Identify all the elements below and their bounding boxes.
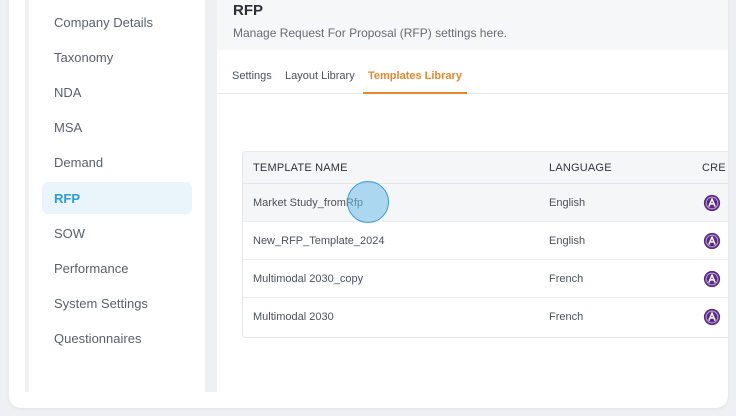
table-row[interactable]: Multimodal 2030 French bbox=[243, 298, 728, 336]
language-cell: French bbox=[549, 273, 584, 285]
sidebar-item-questionnaires[interactable]: Questionnaires bbox=[42, 322, 192, 354]
sidebar-item-performance[interactable]: Performance bbox=[42, 252, 192, 284]
templates-table: TEMPLATE NAME LANGUAGE CRE Market Study_… bbox=[242, 151, 728, 338]
template-name-cell[interactable]: Multimodal 2030 bbox=[253, 298, 334, 336]
column-header-template-name[interactable]: TEMPLATE NAME bbox=[253, 152, 348, 184]
tab-layout-library[interactable]: Layout Library bbox=[285, 58, 355, 94]
sidebar-item-rfp[interactable]: RFP bbox=[42, 182, 192, 214]
template-name-cell[interactable]: Market Study_fromRfp bbox=[253, 184, 363, 222]
table-row[interactable]: Market Study_fromRfp English bbox=[243, 184, 728, 222]
language-cell: English bbox=[549, 235, 586, 247]
language-cell: French bbox=[549, 311, 584, 323]
table-row[interactable]: New_RFP_Template_2024 English bbox=[243, 222, 728, 260]
tab-settings[interactable]: Settings bbox=[232, 58, 272, 94]
tab-bar: Settings Layout Library Templates Librar… bbox=[217, 58, 728, 94]
sidebar-item-system-settings[interactable]: System Settings bbox=[42, 287, 192, 319]
column-header-language[interactable]: LANGUAGE bbox=[549, 152, 612, 184]
tab-templates-library[interactable]: Templates Library bbox=[363, 58, 467, 94]
template-name-cell[interactable]: New_RFP_Template_2024 bbox=[253, 222, 384, 260]
sidebar-item-nda[interactable]: NDA bbox=[42, 76, 192, 108]
column-header-creator[interactable]: CRE bbox=[702, 152, 726, 184]
table-header: TEMPLATE NAME LANGUAGE CRE bbox=[243, 152, 728, 184]
sidebar-item-taxonomy[interactable]: Taxonomy bbox=[42, 41, 192, 73]
sidebar-item-sow[interactable]: SOW bbox=[42, 217, 192, 249]
content-divider bbox=[205, 0, 217, 392]
table-row[interactable]: Multimodal 2030_copy French bbox=[243, 260, 728, 298]
page-header: RFP Manage Request For Proposal (RFP) se… bbox=[217, 0, 728, 50]
settings-sidebar: Company Details Taxonomy NDA MSA Demand … bbox=[25, 0, 205, 392]
avatar-icon[interactable] bbox=[703, 308, 721, 326]
avatar-icon[interactable] bbox=[703, 194, 721, 212]
template-name-cell[interactable]: Multimodal 2030_copy bbox=[253, 260, 363, 298]
templates-panel: Settings Layout Library Templates Librar… bbox=[217, 58, 728, 392]
sidebar-item-msa[interactable]: MSA bbox=[42, 111, 192, 143]
avatar-icon[interactable] bbox=[703, 232, 721, 250]
page-subtitle: Manage Request For Proposal (RFP) settin… bbox=[233, 26, 508, 40]
language-cell: English bbox=[549, 197, 586, 209]
sidebar-item-demand[interactable]: Demand bbox=[42, 146, 192, 178]
avatar-icon[interactable] bbox=[703, 270, 721, 288]
page-title: RFP bbox=[233, 2, 263, 19]
sidebar-item-company-details[interactable]: Company Details bbox=[42, 6, 192, 38]
settings-card: Company Details Taxonomy NDA MSA Demand … bbox=[9, 0, 728, 408]
